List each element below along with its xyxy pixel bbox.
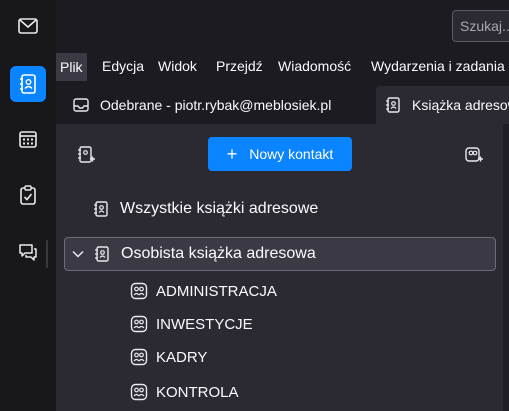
menu-go[interactable]: Przejdź — [216, 58, 263, 74]
tab-address-book-label: Książka adresowa — [412, 97, 509, 113]
calendar-space-button[interactable] — [10, 121, 46, 157]
new-list-icon[interactable] — [464, 145, 484, 165]
menubar: Plik Edycja Widok Przejdź Wiadomość Wyda… — [56, 52, 509, 82]
list-label: KONTROLA — [156, 383, 239, 401]
spaces-toolbar — [0, 0, 56, 411]
chevron-down-icon[interactable] — [71, 247, 85, 261]
all-address-books-item[interactable]: Wszystkie książki adresowe — [92, 198, 318, 220]
list-label: KADRY — [156, 348, 208, 366]
tasks-space-button[interactable] — [10, 177, 46, 213]
list-item[interactable]: INWESTYCJE — [130, 313, 253, 335]
search-placeholder: Szukaj... — [460, 18, 509, 34]
list-item[interactable]: KONTROLA — [130, 381, 239, 403]
tab-inbox[interactable]: Odebrane - piotr.rybak@meblosiek.pl — [64, 86, 368, 124]
inbox-icon — [73, 98, 89, 112]
tabs-bar: Odebrane - piotr.rybak@meblosiek.pl Ksią… — [56, 82, 509, 124]
address-books-pane: + Nowy kontakt Wszystkie książki adresow… — [56, 124, 503, 411]
pane-splitter[interactable] — [503, 124, 509, 411]
unified-toolbar: Szukaj... — [56, 0, 509, 52]
tasks-icon — [20, 185, 36, 205]
mail-icon — [18, 18, 38, 34]
calendar-icon — [19, 131, 37, 148]
list-item[interactable]: ADMINISTRACJA — [130, 280, 277, 302]
menu-file[interactable]: Plik — [56, 53, 87, 81]
address-book-icon — [20, 74, 36, 94]
menu-edit[interactable]: Edycja — [102, 58, 144, 74]
chat-icon — [19, 244, 37, 261]
mail-space-button[interactable] — [10, 8, 46, 44]
menu-view[interactable]: Widok — [158, 58, 197, 74]
list-item[interactable]: KADRY — [130, 346, 207, 368]
mailing-list-icon — [130, 315, 148, 333]
mailing-list-icon — [130, 348, 148, 366]
address-book-space-button[interactable] — [10, 66, 46, 102]
address-book-icon — [95, 246, 109, 262]
search-input[interactable]: Szukaj... — [452, 10, 509, 42]
plus-icon: + — [226, 144, 238, 164]
address-book-icon — [386, 97, 400, 113]
address-book-icon — [94, 201, 108, 217]
personal-address-book-item[interactable]: Osobista książka adresowa — [64, 237, 496, 271]
list-label: ADMINISTRACJA — [156, 282, 277, 300]
list-label: INWESTYCJE — [156, 315, 253, 333]
menu-events-tasks[interactable]: Wydarzenia i zadania — [371, 58, 505, 74]
personal-address-book-label: Osobista książka adresowa — [121, 245, 316, 262]
spaces-resize-handle[interactable] — [46, 240, 48, 268]
new-contact-button[interactable]: + Nowy kontakt — [208, 137, 352, 171]
menu-message[interactable]: Wiadomość — [278, 58, 351, 74]
chat-space-button[interactable] — [10, 234, 46, 270]
new-contact-label: Nowy kontakt — [249, 146, 334, 162]
all-address-books-label: Wszystkie książki adresowe — [120, 200, 319, 217]
new-address-book-icon[interactable] — [76, 145, 96, 165]
mailing-list-icon — [130, 383, 148, 401]
mailing-list-icon — [130, 282, 148, 300]
tab-inbox-label: Odebrane - piotr.rybak@meblosiek.pl — [100, 97, 332, 113]
tab-address-book[interactable]: Książka adresowa — [376, 86, 509, 124]
